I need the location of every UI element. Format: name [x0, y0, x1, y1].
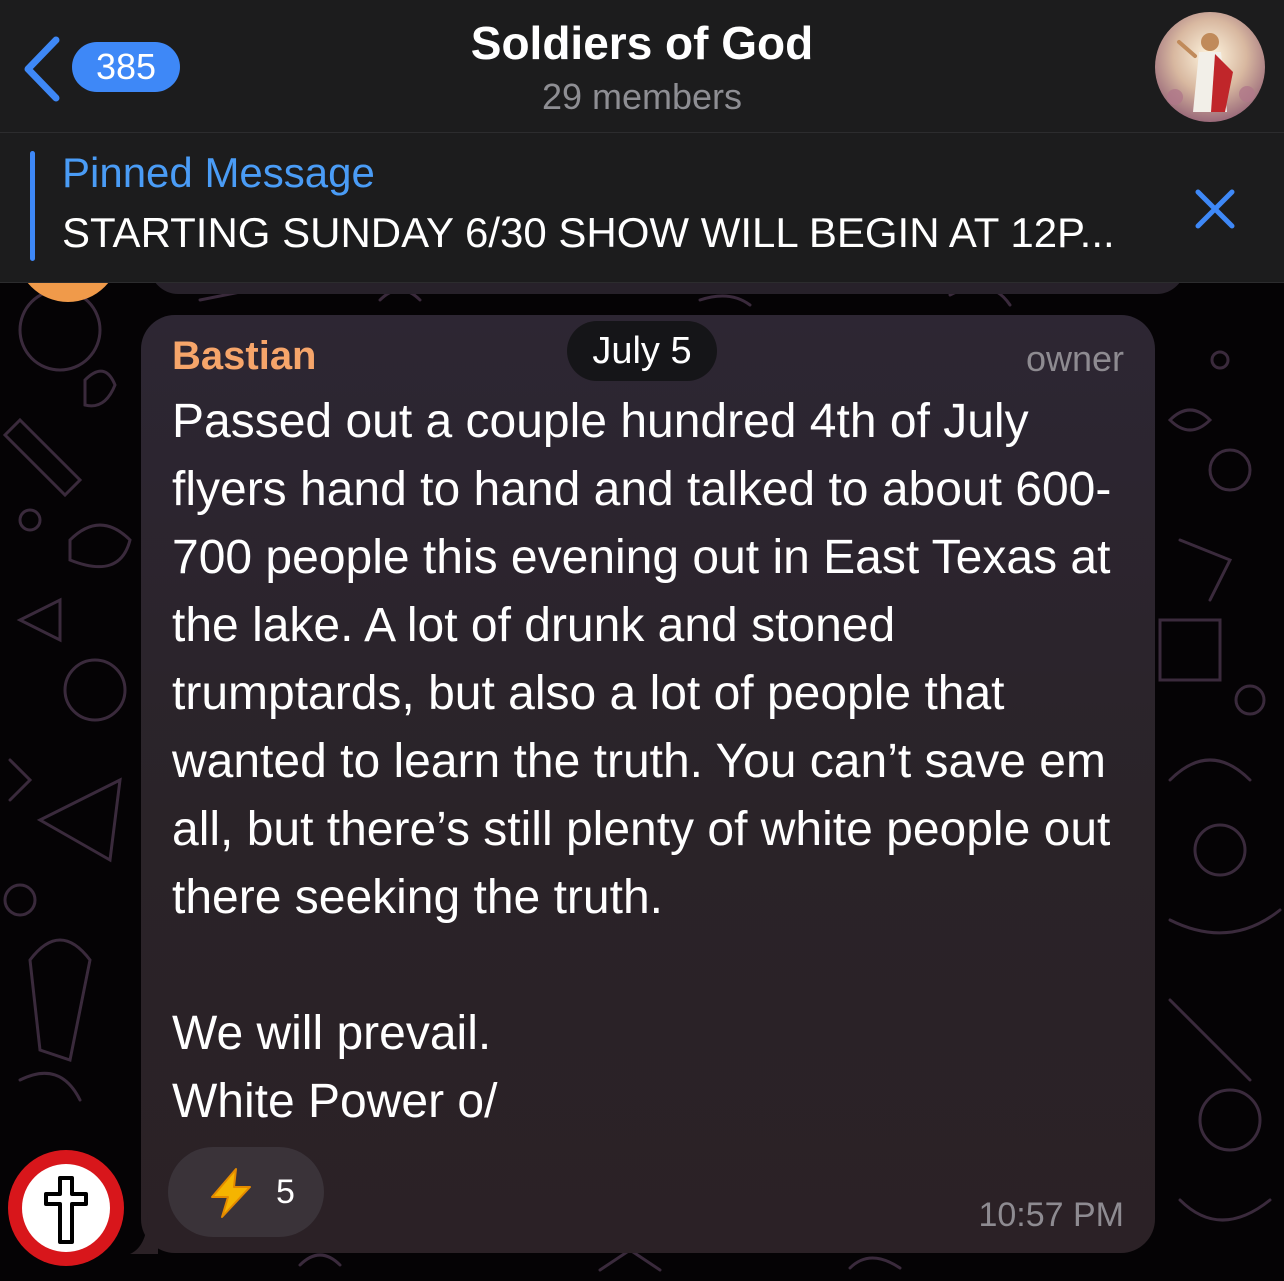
pinned-message-bar[interactable]: Pinned Message STARTING SUNDAY 6/30 SHOW… [0, 133, 1284, 283]
sender-name[interactable]: Bastian [172, 334, 317, 379]
bubble-tail [130, 1212, 158, 1254]
chat-header: 385 Soldiers of God 29 members [0, 0, 1284, 133]
group-avatar-image [1155, 12, 1265, 122]
cross-icon [44, 1176, 88, 1244]
pinned-label: Pinned Message [62, 149, 375, 196]
pinned-accent-bar [30, 151, 35, 261]
message-text: Passed out a couple hundred 4th of July … [172, 395, 1112, 1128]
close-icon[interactable] [1190, 184, 1240, 234]
reaction-count: 5 [276, 1173, 295, 1211]
lightning-icon [211, 1168, 251, 1218]
reaction-button[interactable]: 5 [168, 1147, 324, 1237]
role-tag: owner [1025, 338, 1124, 379]
chat-title[interactable]: Soldiers of God [0, 16, 1284, 70]
message-time: 10:57 PM [978, 1196, 1124, 1234]
sender-avatar-inner [22, 1164, 110, 1252]
member-count: 29 members [541, 76, 743, 117]
date-header: July 5 [567, 321, 717, 381]
sender-avatar[interactable] [8, 1150, 124, 1266]
group-avatar[interactable] [1155, 12, 1265, 122]
pinned-text: STARTING SUNDAY 6/30 SHOW WILL BEGIN AT … [62, 209, 1115, 256]
